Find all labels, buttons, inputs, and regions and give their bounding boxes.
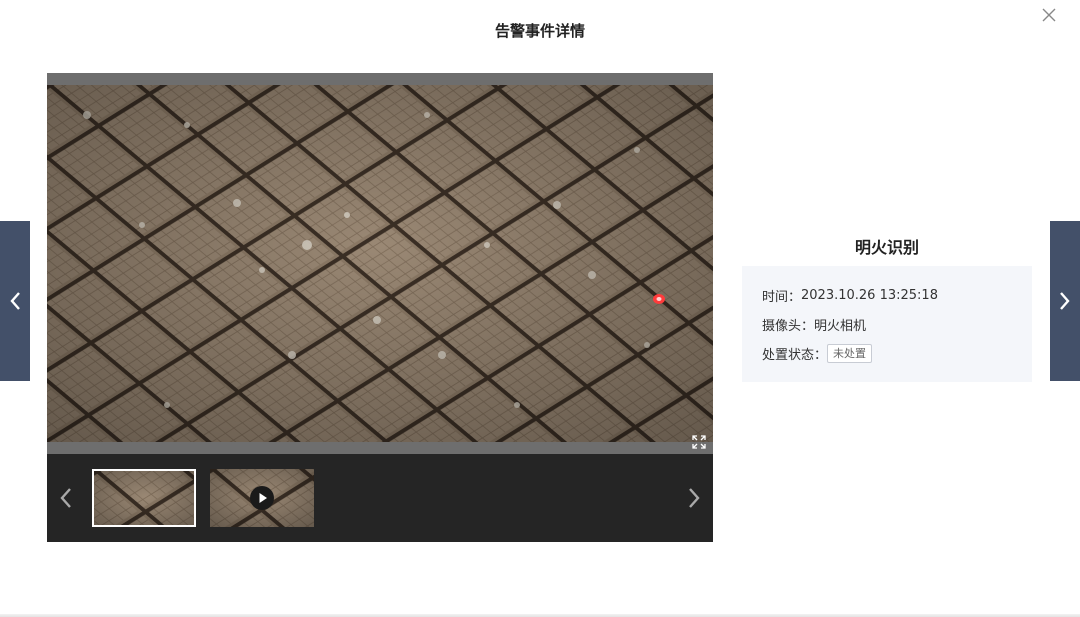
next-event-button[interactable] [1050,221,1080,381]
thumb-next-button[interactable] [684,484,704,512]
fullscreen-button[interactable] [691,434,707,450]
time-row: 时间： 2023.10.26 13:25:18 [762,285,1012,305]
thumbnail-strip [47,454,713,542]
dialog-title: 告警事件详情 [494,22,585,40]
event-type-title: 明火识别 [854,238,919,257]
thumbnail-video[interactable] [210,469,314,527]
camera-label: 摄像头： [762,318,815,334]
chevron-left-icon [60,488,71,508]
alarm-detail-dialog: 告警事件详情 明火识别 时间： 2023.10.26 13:25:18 摄像头：… [0,0,1080,617]
status-label: 处置状态： [762,347,828,363]
status-badge: 未处置 [827,343,873,363]
chevron-right-icon [1060,292,1070,310]
status-row: 处置状态： 未处置 [762,343,1012,363]
thumbnail-image[interactable] [92,469,196,527]
close-icon [1042,8,1056,22]
media-viewer [47,73,713,542]
scene-image [47,85,713,442]
main-image [47,73,713,454]
play-icon [250,486,274,510]
camera-value: 明火相机 [814,318,867,334]
chevron-left-icon [10,292,20,310]
event-info-panel: 时间： 2023.10.26 13:25:18 摄像头： 明火相机 处置状态： … [742,266,1032,382]
prev-event-button[interactable] [0,221,30,381]
fullscreen-icon [692,435,706,449]
time-value: 2023.10.26 13:25:18 [801,287,938,303]
thumb-prev-button[interactable] [56,484,76,512]
camera-row: 摄像头： 明火相机 [762,314,1012,334]
close-button[interactable] [1040,6,1058,24]
time-label: 时间： [762,289,802,305]
chevron-right-icon [689,488,700,508]
